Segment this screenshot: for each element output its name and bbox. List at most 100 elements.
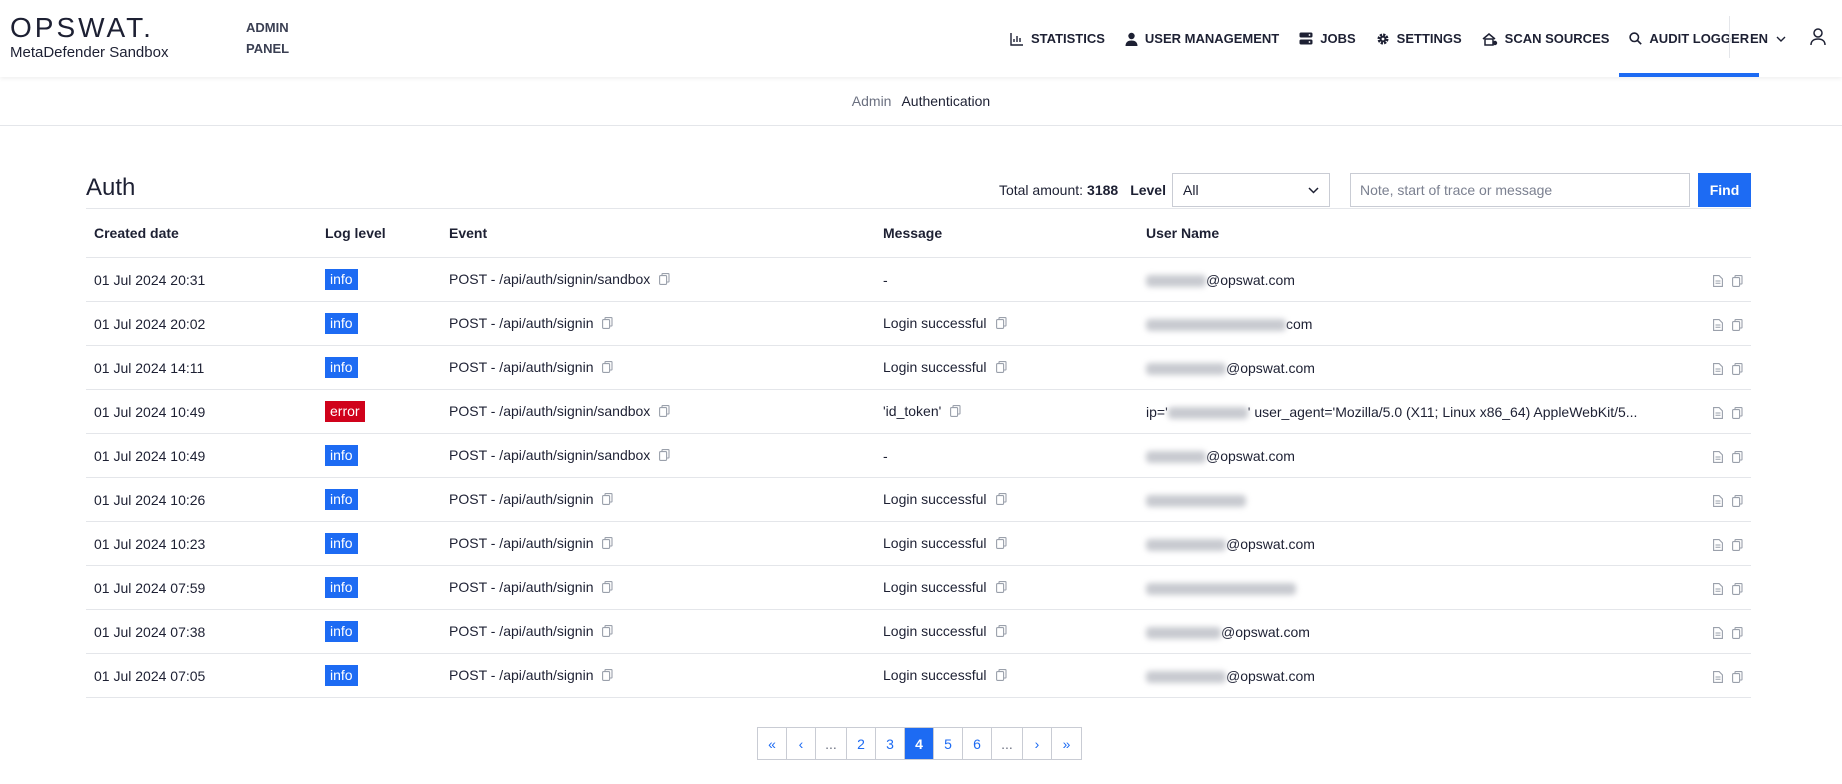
table-row[interactable]: 01 Jul 2024 10:49 error POST - /api/auth/s…	[86, 389, 1751, 434]
copy-row-icon[interactable]	[1723, 448, 1743, 464]
language-label: EN	[1750, 31, 1769, 46]
copy-icon[interactable]	[950, 404, 961, 420]
table-row[interactable]: 01 Jul 2024 10:23 info POST - /api/auth/si…	[86, 521, 1751, 566]
user-suffix: @opswat.com	[1206, 271, 1295, 288]
user-suffix: @opswat.com	[1221, 623, 1310, 640]
cell-created-date: 01 Jul 2024 20:31	[86, 257, 317, 302]
details-icon[interactable]	[1704, 624, 1723, 640]
page-next[interactable]: ›	[1023, 728, 1052, 759]
copy-icon[interactable]	[995, 580, 1007, 596]
log-level-badge: error	[325, 401, 365, 422]
cell-user-name	[1138, 477, 1658, 522]
page-last[interactable]: »	[1052, 728, 1081, 759]
details-icon[interactable]	[1704, 272, 1723, 288]
auth-log-table: Created date Log level Event Message Use…	[86, 208, 1751, 698]
table-row[interactable]: 01 Jul 2024 20:02 info POST - /api/auth/si…	[86, 301, 1751, 346]
user-account-icon[interactable]	[1810, 28, 1826, 46]
redacted-user	[1167, 406, 1248, 419]
page-4[interactable]: 4	[905, 728, 934, 759]
page-5[interactable]: 5	[934, 728, 963, 759]
copy-row-icon[interactable]	[1723, 404, 1743, 420]
event-text: POST - /api/auth/signin/sandbox	[449, 402, 651, 419]
cell-log-level: info	[317, 433, 441, 478]
copy-row-icon[interactable]	[1723, 316, 1743, 332]
copy-row-icon[interactable]	[1723, 624, 1743, 640]
language-selector[interactable]: EN	[1750, 31, 1786, 46]
copy-row-icon[interactable]	[1723, 272, 1743, 288]
copy-icon[interactable]	[995, 624, 1007, 640]
copy-icon[interactable]	[602, 492, 614, 508]
nav-scan-sources[interactable]: SCAN SOURCES	[1472, 0, 1620, 77]
copy-icon[interactable]	[602, 360, 614, 376]
event-text: POST - /api/auth/signin	[449, 534, 594, 551]
cell-message: Login successful	[875, 345, 1138, 390]
page-2[interactable]: 2	[847, 728, 876, 759]
copy-icon[interactable]	[995, 536, 1007, 552]
page-3[interactable]: 3	[876, 728, 905, 759]
redacted-user	[1146, 274, 1206, 287]
nav-statistics[interactable]: STATISTICS	[1000, 0, 1115, 77]
find-button[interactable]: Find	[1698, 173, 1751, 207]
nav-settings[interactable]: SETTINGS	[1366, 0, 1472, 77]
table-row[interactable]: 01 Jul 2024 07:38 info POST - /api/auth/si…	[86, 609, 1751, 654]
log-level-badge: info	[325, 577, 358, 598]
admin-panel-line1: ADMIN	[246, 20, 289, 35]
table-row[interactable]: 01 Jul 2024 10:26 info POST - /api/auth/si…	[86, 477, 1751, 522]
copy-icon[interactable]	[659, 404, 670, 420]
copy-row-icon[interactable]	[1723, 536, 1743, 552]
details-icon[interactable]	[1704, 448, 1723, 464]
table-row[interactable]: 01 Jul 2024 10:49 info POST - /api/auth/si…	[86, 433, 1751, 478]
details-icon[interactable]	[1704, 536, 1723, 552]
copy-row-icon[interactable]	[1723, 668, 1743, 684]
user-suffix: @opswat.com	[1226, 535, 1315, 552]
details-icon[interactable]	[1704, 668, 1723, 684]
cell-message: -	[875, 433, 1138, 478]
details-icon[interactable]	[1704, 492, 1723, 508]
search-input[interactable]	[1350, 173, 1690, 207]
breadcrumb-admin[interactable]: Admin	[852, 93, 892, 109]
copy-icon[interactable]	[995, 492, 1007, 508]
level-select[interactable]: All	[1172, 173, 1330, 207]
event-text: POST - /api/auth/signin	[449, 666, 594, 683]
message-text: Login successful	[883, 578, 987, 595]
gear-icon	[1377, 33, 1389, 44]
copy-icon[interactable]	[602, 624, 614, 640]
brand[interactable]: OPSWAT. MetaDefender Sandbox	[10, 14, 169, 62]
table-row[interactable]: 01 Jul 2024 07:05 info POST - /api/auth/si…	[86, 653, 1751, 698]
message-text: Login successful	[883, 314, 987, 331]
page-first[interactable]: «	[758, 728, 787, 759]
nav-audit-logger[interactable]: AUDIT LOGGER	[1619, 0, 1760, 77]
copy-icon[interactable]	[602, 536, 614, 552]
copy-icon[interactable]	[995, 360, 1007, 376]
page-prev[interactable]: ‹	[787, 728, 816, 759]
nav-jobs[interactable]: JOBS	[1289, 0, 1365, 77]
table-row[interactable]: 01 Jul 2024 14:11 info POST - /api/auth/si…	[86, 345, 1751, 390]
table-row[interactable]: 01 Jul 2024 20:31 info POST - /api/auth/si…	[86, 257, 1751, 302]
copy-row-icon[interactable]	[1723, 492, 1743, 508]
copy-row-icon[interactable]	[1723, 580, 1743, 596]
details-icon[interactable]	[1704, 316, 1723, 332]
copy-icon[interactable]	[602, 316, 614, 332]
copy-icon[interactable]	[995, 668, 1007, 684]
page-6[interactable]: 6	[963, 728, 992, 759]
copy-icon[interactable]	[659, 448, 670, 464]
message-text: Login successful	[883, 534, 987, 551]
col-created-date: Created date	[86, 208, 317, 258]
copy-icon[interactable]	[659, 272, 670, 288]
level-label: Level	[1130, 182, 1166, 198]
details-icon[interactable]	[1704, 580, 1723, 596]
copy-row-icon[interactable]	[1723, 360, 1743, 376]
details-icon[interactable]	[1704, 360, 1723, 376]
cell-actions	[1658, 345, 1751, 390]
nav-scan-sources-label: SCAN SOURCES	[1504, 31, 1610, 46]
table-row[interactable]: 01 Jul 2024 07:59 info POST - /api/auth/si…	[86, 565, 1751, 610]
copy-icon[interactable]	[602, 580, 614, 596]
redacted-user	[1146, 318, 1286, 331]
copy-icon[interactable]	[995, 316, 1007, 332]
cell-created-date: 01 Jul 2024 14:11	[86, 345, 317, 390]
copy-icon[interactable]	[602, 668, 614, 684]
nav-user-management[interactable]: USER MANAGEMENT	[1115, 0, 1289, 77]
details-icon[interactable]	[1704, 404, 1723, 420]
filter-bar: Total amount: 3188 Level All Find	[999, 173, 1751, 207]
product-name: MetaDefender Sandbox	[10, 44, 169, 61]
